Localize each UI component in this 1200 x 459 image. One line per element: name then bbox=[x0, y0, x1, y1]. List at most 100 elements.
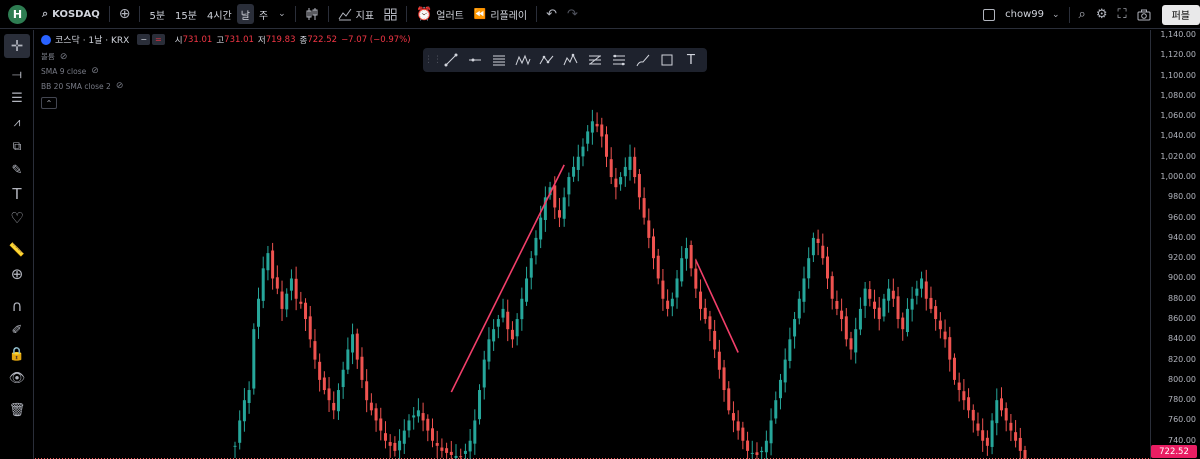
drag-handle-icon[interactable]: ⋮⋮ bbox=[424, 48, 442, 72]
price-chart[interactable] bbox=[35, 30, 1150, 459]
abcd-button[interactable] bbox=[535, 48, 559, 72]
candle-body bbox=[981, 430, 985, 441]
publish-button[interactable]: 퍼블 bbox=[1161, 4, 1200, 25]
replay-button[interactable]: ⏪ 리플레이 bbox=[469, 0, 532, 29]
fullscreen-button[interactable]: ⛶ bbox=[1112, 0, 1131, 29]
candle bbox=[327, 377, 331, 412]
candle-body bbox=[811, 237, 815, 256]
candle-body bbox=[590, 121, 594, 133]
horizontal-ray-button[interactable] bbox=[463, 48, 487, 72]
indicator-sma[interactable]: SMA 9 close ⊘ bbox=[41, 66, 99, 76]
candle-body bbox=[454, 455, 458, 458]
undo-icon: ↶ bbox=[546, 6, 558, 22]
candle bbox=[840, 298, 844, 332]
candle bbox=[501, 298, 505, 323]
symbol-title[interactable]: 코스닥 · 1날 · KRX bbox=[55, 33, 129, 46]
brush-button[interactable] bbox=[631, 48, 655, 72]
grid-icon bbox=[384, 8, 397, 20]
elliott-wave-button[interactable] bbox=[559, 48, 583, 72]
candle-body bbox=[952, 357, 956, 380]
interval-dropdown[interactable]: ⌄ bbox=[273, 0, 291, 29]
candle bbox=[581, 138, 585, 167]
eye-slash-icon[interactable]: ⊘ bbox=[60, 52, 68, 62]
chart-pane[interactable] bbox=[35, 30, 1150, 459]
text-tool[interactable]: T bbox=[0, 182, 34, 206]
price-axis[interactable]: 1,140.00 1,120.00 1,100.00 1,080.00 1,060.00… bbox=[1150, 30, 1200, 459]
candle bbox=[360, 347, 364, 389]
candle-body bbox=[788, 339, 792, 361]
compare-button[interactable]: ⊕ bbox=[114, 0, 136, 29]
text-button[interactable]: T bbox=[679, 48, 703, 72]
candle-body bbox=[609, 159, 613, 178]
lock-drawings-tool[interactable]: 🔒 bbox=[0, 342, 34, 366]
candle-body bbox=[849, 338, 853, 350]
favorites-tool[interactable]: ♡ bbox=[0, 206, 34, 230]
indicator-volume[interactable]: 볼륨 ⊘ bbox=[41, 51, 67, 62]
candle-body bbox=[581, 146, 585, 157]
pattern-button[interactable] bbox=[511, 48, 535, 72]
interval-4h[interactable]: 4시간 bbox=[202, 0, 237, 29]
zoom-tool[interactable]: ⊕ bbox=[0, 262, 34, 286]
symbol-search-button[interactable]: ⌕ KOSDAQ bbox=[37, 0, 105, 29]
projection-tool[interactable]: ⧉ bbox=[0, 134, 34, 158]
candle bbox=[924, 269, 928, 311]
magnet-tool[interactable]: ∩ bbox=[0, 294, 34, 318]
candle bbox=[750, 440, 754, 459]
settings-button[interactable]: ⚙ bbox=[1091, 0, 1113, 29]
eye-slash-icon[interactable]: ⊘ bbox=[91, 66, 99, 76]
layout-checkbox[interactable] bbox=[983, 8, 996, 21]
quick-search-button[interactable]: ⌕ bbox=[1074, 0, 1091, 29]
candle-body bbox=[755, 452, 759, 455]
user-avatar[interactable]: H bbox=[8, 4, 27, 24]
candle-body bbox=[501, 308, 505, 318]
hide-drawings-tool[interactable]: 👁 bbox=[0, 366, 34, 390]
legend-badge-equal[interactable]: = bbox=[152, 34, 165, 45]
plus-circle-icon: ⊕ bbox=[118, 6, 131, 22]
candle-body bbox=[308, 316, 312, 340]
collapse-legend-button[interactable]: ⌃ bbox=[41, 97, 57, 109]
candle-body bbox=[990, 420, 994, 447]
eye-slash-icon[interactable]: ⊘ bbox=[116, 81, 124, 91]
redo-button[interactable]: ↷ bbox=[562, 0, 583, 29]
chart-type-button[interactable] bbox=[300, 0, 324, 29]
stay-drawing-tool[interactable]: ✐ bbox=[0, 318, 34, 342]
trendline-tool[interactable]: ⟞ bbox=[0, 62, 34, 86]
brush-tool[interactable]: ✎ bbox=[0, 158, 34, 182]
candle-body bbox=[943, 331, 947, 340]
legend-badge-minus[interactable]: − bbox=[137, 34, 151, 45]
crosshair-tool[interactable]: ✛ bbox=[4, 34, 30, 58]
undo-button[interactable]: ↶ bbox=[541, 0, 562, 29]
interval-15m[interactable]: 15분 bbox=[170, 0, 202, 29]
candle bbox=[379, 407, 383, 441]
ruler-icon: 📏 bbox=[8, 242, 26, 258]
fib-retracement-icon: ☰ bbox=[11, 90, 23, 106]
candle-body bbox=[510, 329, 514, 340]
interval-1d[interactable]: 날 bbox=[236, 4, 254, 24]
templates-button[interactable] bbox=[379, 0, 402, 29]
gear-icon: ⚙ bbox=[1095, 7, 1108, 22]
fib-button[interactable] bbox=[583, 48, 607, 72]
interval-1w[interactable]: 주 bbox=[254, 0, 273, 29]
candle bbox=[684, 237, 688, 271]
fib-tool[interactable]: ☰ bbox=[0, 86, 34, 110]
parallel-channel-button[interactable] bbox=[487, 48, 511, 72]
pattern-tool[interactable]: ⩘ bbox=[0, 110, 34, 134]
indicator-bb[interactable]: BB 20 SMA close 2 ⊘ bbox=[41, 81, 123, 91]
candle bbox=[755, 442, 759, 459]
trendline-button[interactable] bbox=[439, 48, 463, 72]
candle bbox=[774, 391, 778, 424]
alerts-button[interactable]: ⏰ 얼러트 bbox=[411, 0, 469, 29]
rectangle-button[interactable] bbox=[655, 48, 679, 72]
measure-tool[interactable]: 📏 bbox=[0, 238, 34, 262]
candle bbox=[985, 430, 989, 456]
candle-body bbox=[699, 291, 703, 309]
snapshot-button[interactable] bbox=[1132, 0, 1156, 29]
fib-channel-button[interactable] bbox=[607, 48, 631, 72]
remove-drawings-tool[interactable]: 🗑 bbox=[0, 398, 34, 422]
candle-body bbox=[285, 293, 289, 310]
candle-body bbox=[275, 277, 279, 289]
interval-5m[interactable]: 5분 bbox=[144, 0, 170, 29]
layout-select[interactable]: chow99 ⌄ bbox=[978, 0, 1064, 29]
indicators-button[interactable]: 지표 bbox=[333, 0, 379, 29]
drawing-tools-sidebar: ✛ ⟞ ☰ ⩘ ⧉ ✎ T ♡ 📏 ⊕ ∩ ✐ 🔒 👁 🗑 bbox=[0, 30, 34, 459]
